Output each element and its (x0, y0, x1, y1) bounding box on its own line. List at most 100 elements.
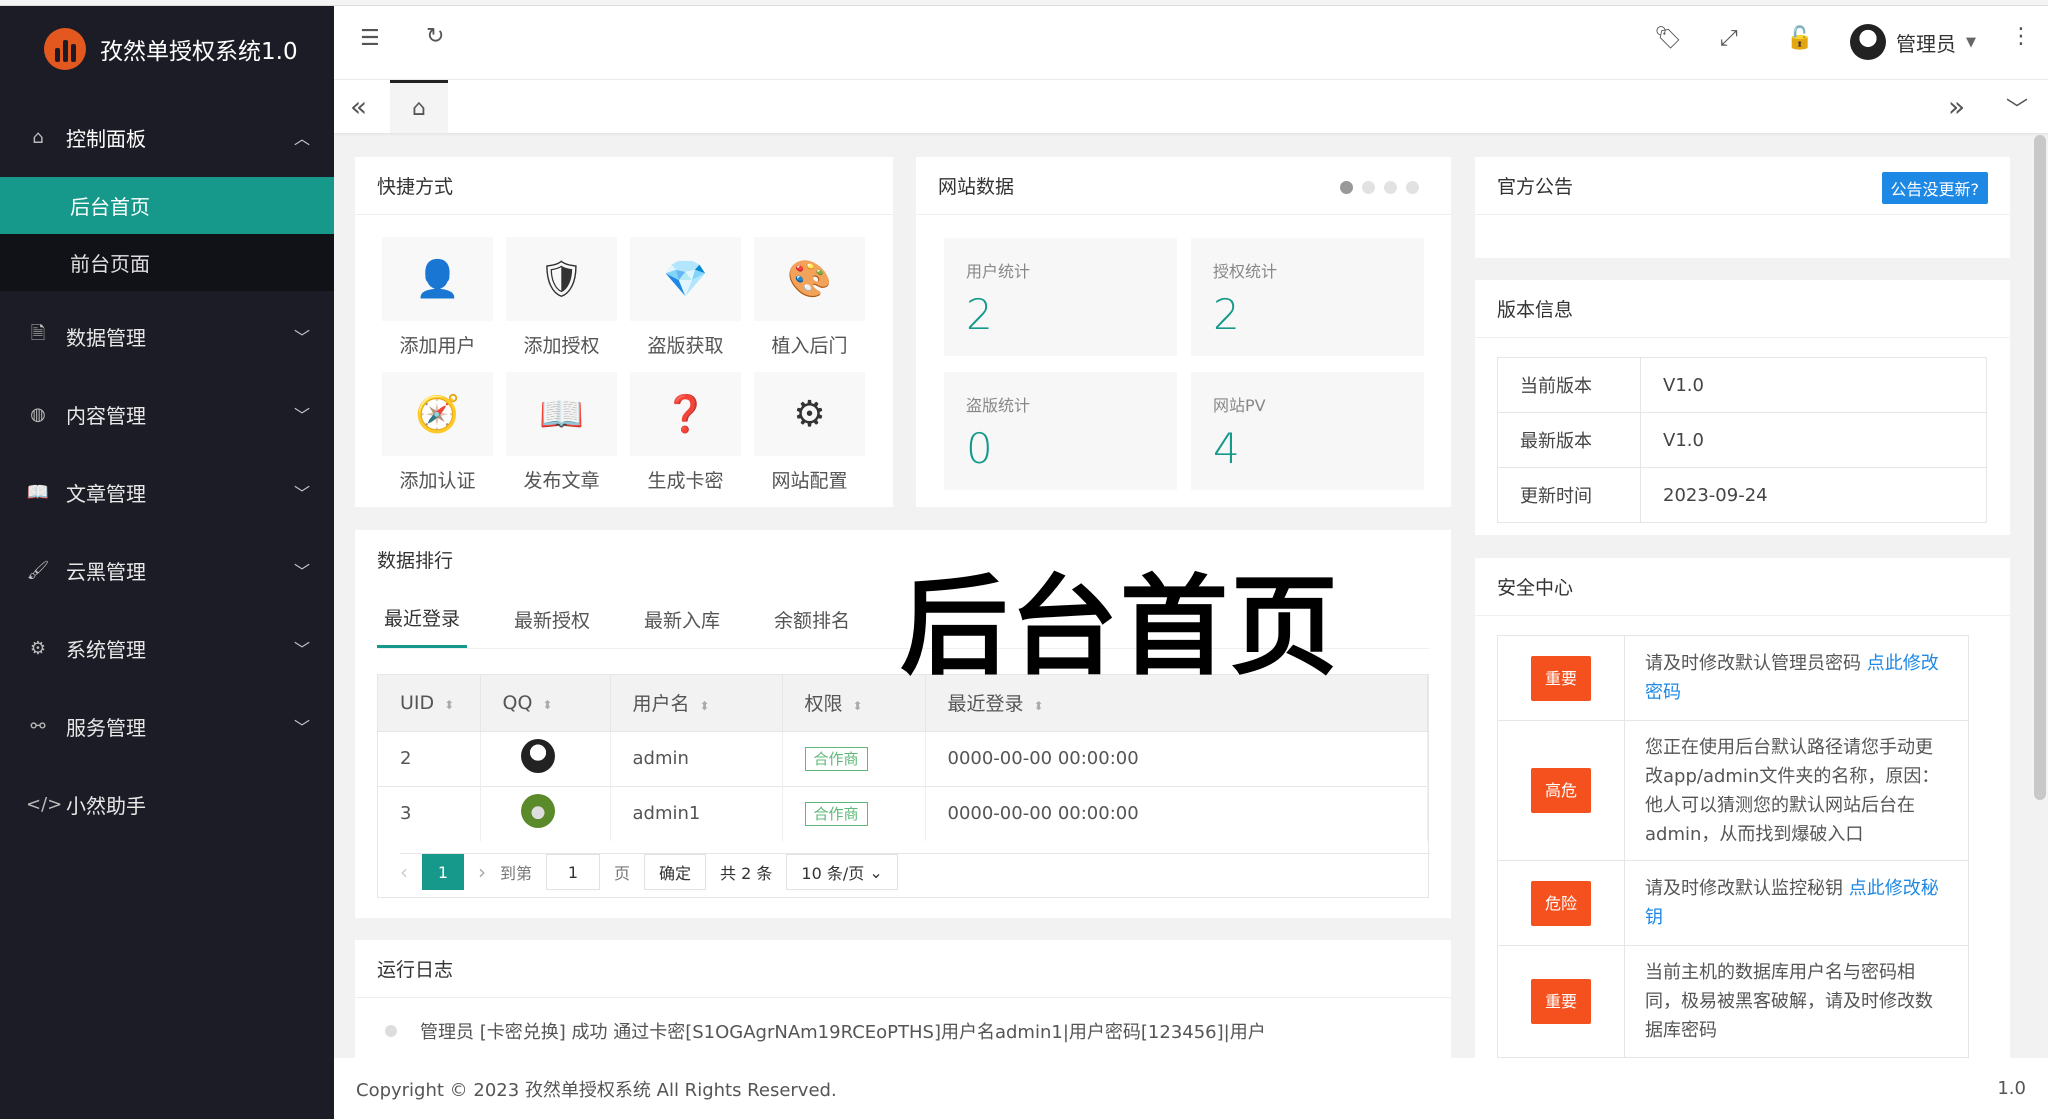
carousel-dot[interactable] (1406, 181, 1419, 194)
role-badge: 合作商 (804, 747, 868, 771)
stat-label: 盗版统计 (966, 396, 1031, 415)
more-vertical-icon[interactable]: ⋮ (2010, 24, 2032, 49)
lock-icon[interactable]: 🔓 (1786, 26, 1813, 51)
quick-add-auth[interactable]: 🧭 添加认证 (382, 372, 493, 494)
col-username[interactable]: 用户名 ⬍ (610, 675, 783, 731)
quick-add-license[interactable]: 🛡 添加授权 (506, 237, 617, 359)
chevron-down-icon: ﹀ (293, 562, 310, 581)
refresh-icon[interactable]: ↻ (426, 24, 444, 49)
site-data-card: 网站数据 用户统计 2 授权统计 2 盗版统计 0 网站PV 4 (916, 157, 1451, 507)
quick-add-user[interactable]: 👤 添加用户 (382, 237, 493, 359)
tab-recent-login[interactable]: 最近登录 (377, 590, 468, 648)
quick-publish-article[interactable]: 📖 发布文章 (506, 372, 617, 494)
col-qq[interactable]: QQ ⬍ (480, 675, 611, 731)
page-current[interactable]: 1 (422, 854, 464, 890)
chevron-down-icon: ﹀ (293, 484, 310, 503)
prev-page-icon[interactable]: ‹ (400, 860, 408, 884)
column-label: 用户名 (632, 693, 690, 716)
cell-uid: 2 (378, 730, 481, 786)
user-name: 管理员 (1896, 31, 1956, 56)
tab-home[interactable]: ⌂ (390, 80, 448, 133)
stat-users: 用户统计 2 (944, 238, 1177, 356)
menu-collapse-icon[interactable]: ☰ (360, 26, 380, 51)
table-row: 3 admin1 合作商 0000-00-00 00:00:00 (378, 785, 1428, 841)
caret-down-icon: ▼ (1966, 34, 1976, 50)
sidebar-item-label: 小然助手 (66, 793, 146, 818)
tag-icon[interactable]: 🏷 (1654, 26, 1682, 51)
version-table: 当前版本 V1.0 最新版本 V1.0 更新时间 2023-09-24 (1497, 357, 1987, 523)
security-text: 请及时修改默认管理员密码 (1645, 653, 1867, 674)
scroll-left-icon[interactable]: « (350, 90, 367, 123)
brush-icon: 🖌 (26, 559, 50, 581)
level-badge: 重要 (1530, 655, 1591, 701)
sort-icon[interactable]: ⬍ (700, 699, 710, 713)
compass-icon: 🧭 (382, 372, 493, 456)
user-menu[interactable]: 管理员 ▼ (1850, 24, 1976, 60)
stat-label: 网站PV (1213, 396, 1266, 415)
cell-username: admin (610, 730, 783, 786)
qq-avatar (520, 794, 555, 829)
sidebar-item-assistant[interactable]: </> 小然助手 (0, 765, 334, 843)
scrollbar[interactable] (2034, 135, 2046, 800)
sort-icon[interactable]: ⬍ (444, 698, 454, 712)
quick-label: 盗版获取 (647, 335, 724, 357)
goto-page-input[interactable]: 1 (546, 854, 601, 890)
app-logo[interactable]: 孜然单授权系统1.0 (44, 28, 298, 70)
quick-site-config[interactable]: ⚙ 网站配置 (754, 372, 865, 494)
sidebar-item-label: 系统管理 (66, 637, 146, 662)
carousel-dot-active[interactable] (1340, 181, 1353, 194)
sort-icon[interactable]: ⬍ (853, 699, 863, 713)
fullscreen-icon[interactable]: ⤢ (1720, 26, 1738, 51)
carousel-dot[interactable] (1362, 181, 1375, 194)
diamond-icon: 💎 (630, 237, 741, 321)
copyright: Copyright © 2023 孜然单授权系统 All Rights Rese… (356, 1079, 837, 1101)
per-page-select[interactable]: 10 条/页 ⌄ (786, 854, 898, 890)
table-row: 最新版本 V1.0 (1497, 412, 1987, 468)
sidebar-item-content[interactable]: ◍ 内容管理 ﹀ (0, 375, 334, 453)
goto-confirm-button[interactable]: 确定 (644, 854, 707, 890)
cell-last-login: 0000-00-00 00:00:00 (925, 730, 1428, 786)
sidebar-item-dashboard[interactable]: ⌂ 控制面板 ︿ (0, 98, 334, 176)
carousel-dot[interactable] (1384, 181, 1397, 194)
version-key: 更新时间 (1497, 467, 1641, 523)
log-card: 运行日志 管理员 [卡密兑换] 成功 通过卡密[S1OGAgrNAm19RCEo… (355, 940, 1451, 1060)
sidebar-item-cloud-black[interactable]: 🖌 云黑管理 ﹀ (0, 531, 334, 609)
tab-bar: « ⌂ » ﹀ (334, 80, 2048, 133)
sidebar-subitem-admin-home[interactable]: 后台首页 (0, 177, 334, 234)
chevron-down-icon[interactable]: ﹀ (2006, 92, 2028, 124)
sidebar-item-label: 云黑管理 (66, 559, 146, 584)
tab-latest-stock[interactable]: 最新入库 (637, 590, 727, 648)
stat-value: 0 (966, 424, 993, 473)
scroll-right-icon[interactable]: » (1948, 90, 1965, 123)
code-icon: </> (26, 793, 63, 815)
cell-uid: 3 (378, 785, 481, 841)
notice-refresh-button[interactable]: 公告没更新? (1881, 172, 1988, 204)
quick-backdoor[interactable]: 🎨 植入后门 (754, 237, 865, 359)
sidebar-item-system[interactable]: ⚙ 系统管理 ﹀ (0, 609, 334, 687)
overlay-title: 后台首页 (900, 565, 1341, 690)
stat-licenses: 授权统计 2 (1191, 238, 1424, 356)
footer-version: 1.0 (1997, 1078, 2026, 1099)
chevron-down-icon: ⌄ (869, 862, 883, 882)
book-icon: 📖 (26, 481, 50, 503)
column-label: 最近登录 (947, 693, 1024, 716)
sidebar-item-service[interactable]: ⚯ 服务管理 ﹀ (0, 687, 334, 765)
quick-piracy[interactable]: 💎 盗版获取 (630, 237, 741, 359)
sidebar-item-label: 后台首页 (70, 195, 150, 219)
sidebar-item-data[interactable]: 🗎 数据管理 ﹀ (0, 297, 334, 375)
sort-icon[interactable]: ⬍ (542, 698, 552, 712)
stat-piracy: 盗版统计 0 (944, 372, 1177, 490)
per-page-value: 10 条/页 (801, 864, 865, 883)
sidebar-subitem-frontend[interactable]: 前台页面 (0, 234, 334, 291)
sidebar-item-label: 内容管理 (66, 403, 146, 428)
next-page-icon[interactable]: › (478, 860, 486, 884)
tab-balance-rank[interactable]: 余额排名 (767, 590, 857, 648)
app-title: 孜然单授权系统1.0 (100, 39, 298, 65)
quick-generate-card[interactable]: ❓ 生成卡密 (630, 372, 741, 494)
col-uid[interactable]: UID ⬍ (378, 675, 481, 731)
tab-latest-license[interactable]: 最新授权 (507, 590, 597, 648)
sidebar-item-articles[interactable]: 📖 文章管理 ﹀ (0, 453, 334, 531)
carousel-dots[interactable] (1340, 181, 1419, 194)
sort-icon[interactable]: ⬍ (1034, 699, 1044, 713)
pagination: ‹ 1 › 到第 1 页 确定 共 2 条 10 条/页 ⌄ (400, 853, 1430, 890)
